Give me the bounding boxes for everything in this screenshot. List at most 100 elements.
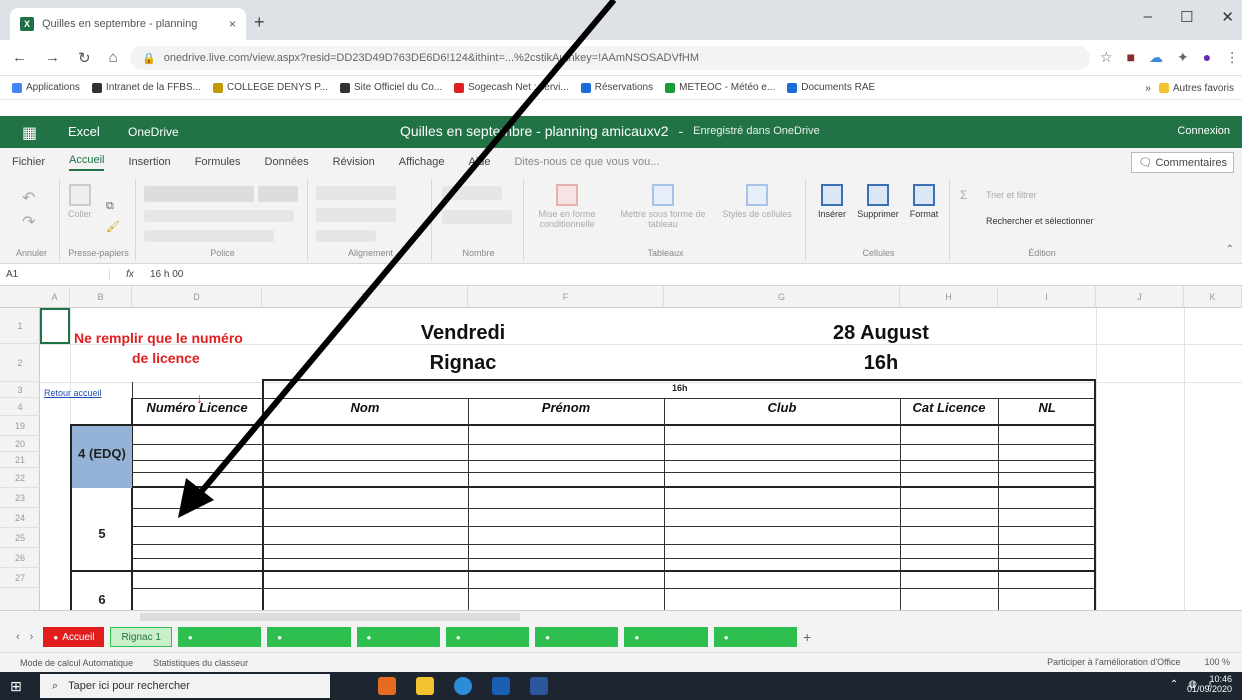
scroll-tabs-left-icon[interactable]: ‹ bbox=[16, 631, 20, 643]
row-header[interactable]: 26 bbox=[0, 548, 40, 568]
align-buttons[interactable] bbox=[316, 186, 396, 200]
column-header[interactable]: A bbox=[40, 286, 70, 308]
sheet-tab[interactable]: ● Rignac 1 (4) bbox=[356, 627, 440, 647]
close-window-icon[interactable]: ✕ bbox=[1221, 8, 1234, 26]
forward-icon[interactable]: → bbox=[45, 49, 60, 67]
font-format-buttons[interactable] bbox=[144, 210, 294, 222]
sheet-tab[interactable]: ● Rignac 1 (5) bbox=[445, 627, 530, 647]
delete-cells-button[interactable]: Supprimer bbox=[856, 184, 900, 219]
back-icon[interactable]: ← bbox=[12, 49, 27, 67]
taskbar-clock[interactable]: 10:46 01/09/2020 bbox=[1182, 674, 1232, 694]
row-header[interactable]: 1 bbox=[0, 308, 40, 344]
scroll-tabs-right-icon[interactable]: › bbox=[30, 631, 34, 643]
number-format-select[interactable] bbox=[442, 186, 502, 200]
column-header[interactable]: F bbox=[468, 286, 664, 308]
comments-button[interactable]: 🗨 Commentaires bbox=[1131, 152, 1234, 173]
other-bookmarks[interactable]: Autres favoris bbox=[1158, 83, 1234, 94]
cloud-icon[interactable]: ☁ bbox=[1149, 49, 1163, 66]
bookmark-item[interactable]: Réservations bbox=[580, 82, 653, 93]
browser-tab[interactable]: X Quilles en septembre - planning × bbox=[10, 8, 246, 40]
url-input[interactable]: 🔒 onedrive.live.com/view.aspx?resid=DD23… bbox=[130, 46, 1090, 70]
bookmark-item[interactable]: Intranet de la FFBS... bbox=[91, 82, 201, 93]
row-header[interactable]: 20 bbox=[0, 436, 40, 452]
find-select-button[interactable]: Rechercher et sélectionner bbox=[986, 216, 1094, 226]
font-color-buttons[interactable] bbox=[144, 230, 274, 242]
row-header[interactable]: 22 bbox=[0, 468, 40, 488]
row-header[interactable]: 27 bbox=[0, 568, 40, 588]
onedrive-link[interactable]: OneDrive bbox=[128, 125, 179, 139]
row-header[interactable]: 23 bbox=[0, 488, 40, 508]
header-club[interactable]: Club bbox=[664, 400, 900, 415]
undo-icon[interactable]: ↶ bbox=[22, 188, 35, 208]
tray-chevron-icon[interactable]: ⌃ bbox=[1170, 679, 1178, 690]
taskbar-search-input[interactable]: ⌕ Taper ici pour rechercher bbox=[40, 674, 330, 698]
app-launcher-icon[interactable]: ▦ bbox=[22, 123, 37, 143]
tab-affichage[interactable]: Affichage bbox=[399, 156, 445, 168]
sheet-tab[interactable]: ● Rignac 1 (3) bbox=[267, 627, 351, 647]
tab-revision[interactable]: Révision bbox=[333, 156, 375, 168]
file-explorer-icon[interactable] bbox=[416, 677, 434, 695]
column-header[interactable]: G bbox=[664, 286, 900, 308]
sheet-tab[interactable]: ● Rignac 1 (2) bbox=[177, 627, 262, 647]
windows-start-icon[interactable]: ⊞ bbox=[10, 678, 22, 695]
number-format-buttons[interactable] bbox=[442, 210, 512, 224]
header-numero-licence[interactable]: Numéro Licence bbox=[132, 400, 262, 415]
row-header[interactable]: 25 bbox=[0, 528, 40, 548]
format-cells-button[interactable]: Format bbox=[902, 184, 946, 219]
day-cell[interactable]: Vendredi bbox=[262, 322, 664, 345]
bookmark-item[interactable]: COLLEGE DENYS P... bbox=[212, 82, 328, 93]
bookmark-item[interactable]: Site Officiel du Co... bbox=[339, 82, 442, 93]
align-buttons-2[interactable] bbox=[316, 208, 396, 222]
profile-avatar[interactable]: ● bbox=[1203, 49, 1211, 66]
sort-filter-button[interactable]: Trier et filtrer bbox=[986, 190, 1037, 200]
tab-aide[interactable]: Aide bbox=[468, 156, 490, 168]
tab-accueil[interactable]: Accueil bbox=[69, 154, 105, 171]
time-cell[interactable]: 16h bbox=[664, 352, 1098, 375]
bookmark-item[interactable]: Applications bbox=[12, 82, 80, 93]
row-header[interactable]: 24 bbox=[0, 508, 40, 528]
bookmarks-more-icon[interactable]: » bbox=[1145, 83, 1151, 94]
maximize-icon[interactable]: ☐ bbox=[1180, 8, 1193, 26]
horizontal-scrollbar[interactable] bbox=[140, 613, 520, 621]
improve-office-link[interactable]: Participer à l'amélioration d'Office bbox=[1047, 657, 1180, 667]
formula-input[interactable]: 16 h 00 bbox=[150, 269, 183, 280]
edge-app-icon[interactable] bbox=[454, 677, 472, 695]
row-header[interactable]: 19 bbox=[0, 416, 40, 436]
sheet-tab[interactable]: ● Rignac 1 (7) bbox=[624, 627, 708, 647]
header-nl[interactable]: NL bbox=[998, 400, 1096, 415]
date-cell[interactable]: 28 August bbox=[664, 322, 1098, 345]
paste-button[interactable]: Coller bbox=[68, 184, 92, 219]
row-header[interactable]: 2 bbox=[0, 344, 40, 382]
bookmark-item[interactable]: Documents RAE bbox=[787, 82, 875, 93]
home-icon[interactable]: ⌂ bbox=[109, 49, 118, 67]
excel-app-name[interactable]: Excel bbox=[68, 124, 100, 139]
column-header[interactable]: D bbox=[132, 286, 262, 308]
bookmark-item[interactable]: METEOC - Météo e... bbox=[665, 82, 775, 93]
extension-icon[interactable]: ■ bbox=[1127, 49, 1135, 66]
header-cat-licence[interactable]: Cat Licence bbox=[900, 400, 998, 415]
sign-in-link[interactable]: Connexion bbox=[1177, 125, 1230, 137]
chrome-app-icon[interactable] bbox=[378, 677, 396, 695]
fx-icon[interactable]: fx bbox=[110, 269, 150, 280]
column-header[interactable]: H bbox=[900, 286, 998, 308]
name-box[interactable]: A1 bbox=[0, 269, 110, 280]
sheet-tab-accueil[interactable]: ● Accueil bbox=[43, 627, 105, 647]
sheet-tab[interactable]: ● Rignac 1 (6) bbox=[535, 627, 619, 647]
outlook-app-icon[interactable] bbox=[492, 677, 510, 695]
column-header[interactable]: E bbox=[262, 286, 468, 308]
selected-cell-a1[interactable] bbox=[40, 308, 70, 344]
tab-donnees[interactable]: Données bbox=[265, 156, 309, 168]
place-cell[interactable]: Rignac bbox=[262, 352, 664, 375]
redo-icon[interactable]: ↷ bbox=[22, 212, 35, 232]
add-sheet-button[interactable]: + bbox=[803, 629, 811, 645]
header-prenom[interactable]: Prénom bbox=[468, 400, 664, 415]
column-header[interactable]: K bbox=[1184, 286, 1242, 308]
minimize-icon[interactable]: – bbox=[1144, 8, 1152, 26]
row-header[interactable]: 3 bbox=[0, 382, 40, 398]
reload-icon[interactable]: ↻ bbox=[78, 49, 91, 67]
return-home-link[interactable]: Retour accueil bbox=[44, 388, 102, 398]
new-tab-button[interactable]: + bbox=[254, 12, 265, 33]
tell-me-input[interactable]: Dites-nous ce que vous vou... bbox=[514, 156, 659, 168]
header-nom[interactable]: Nom bbox=[262, 400, 468, 415]
sheet-tab-rignac-1[interactable]: Rignac 1 bbox=[110, 627, 172, 647]
